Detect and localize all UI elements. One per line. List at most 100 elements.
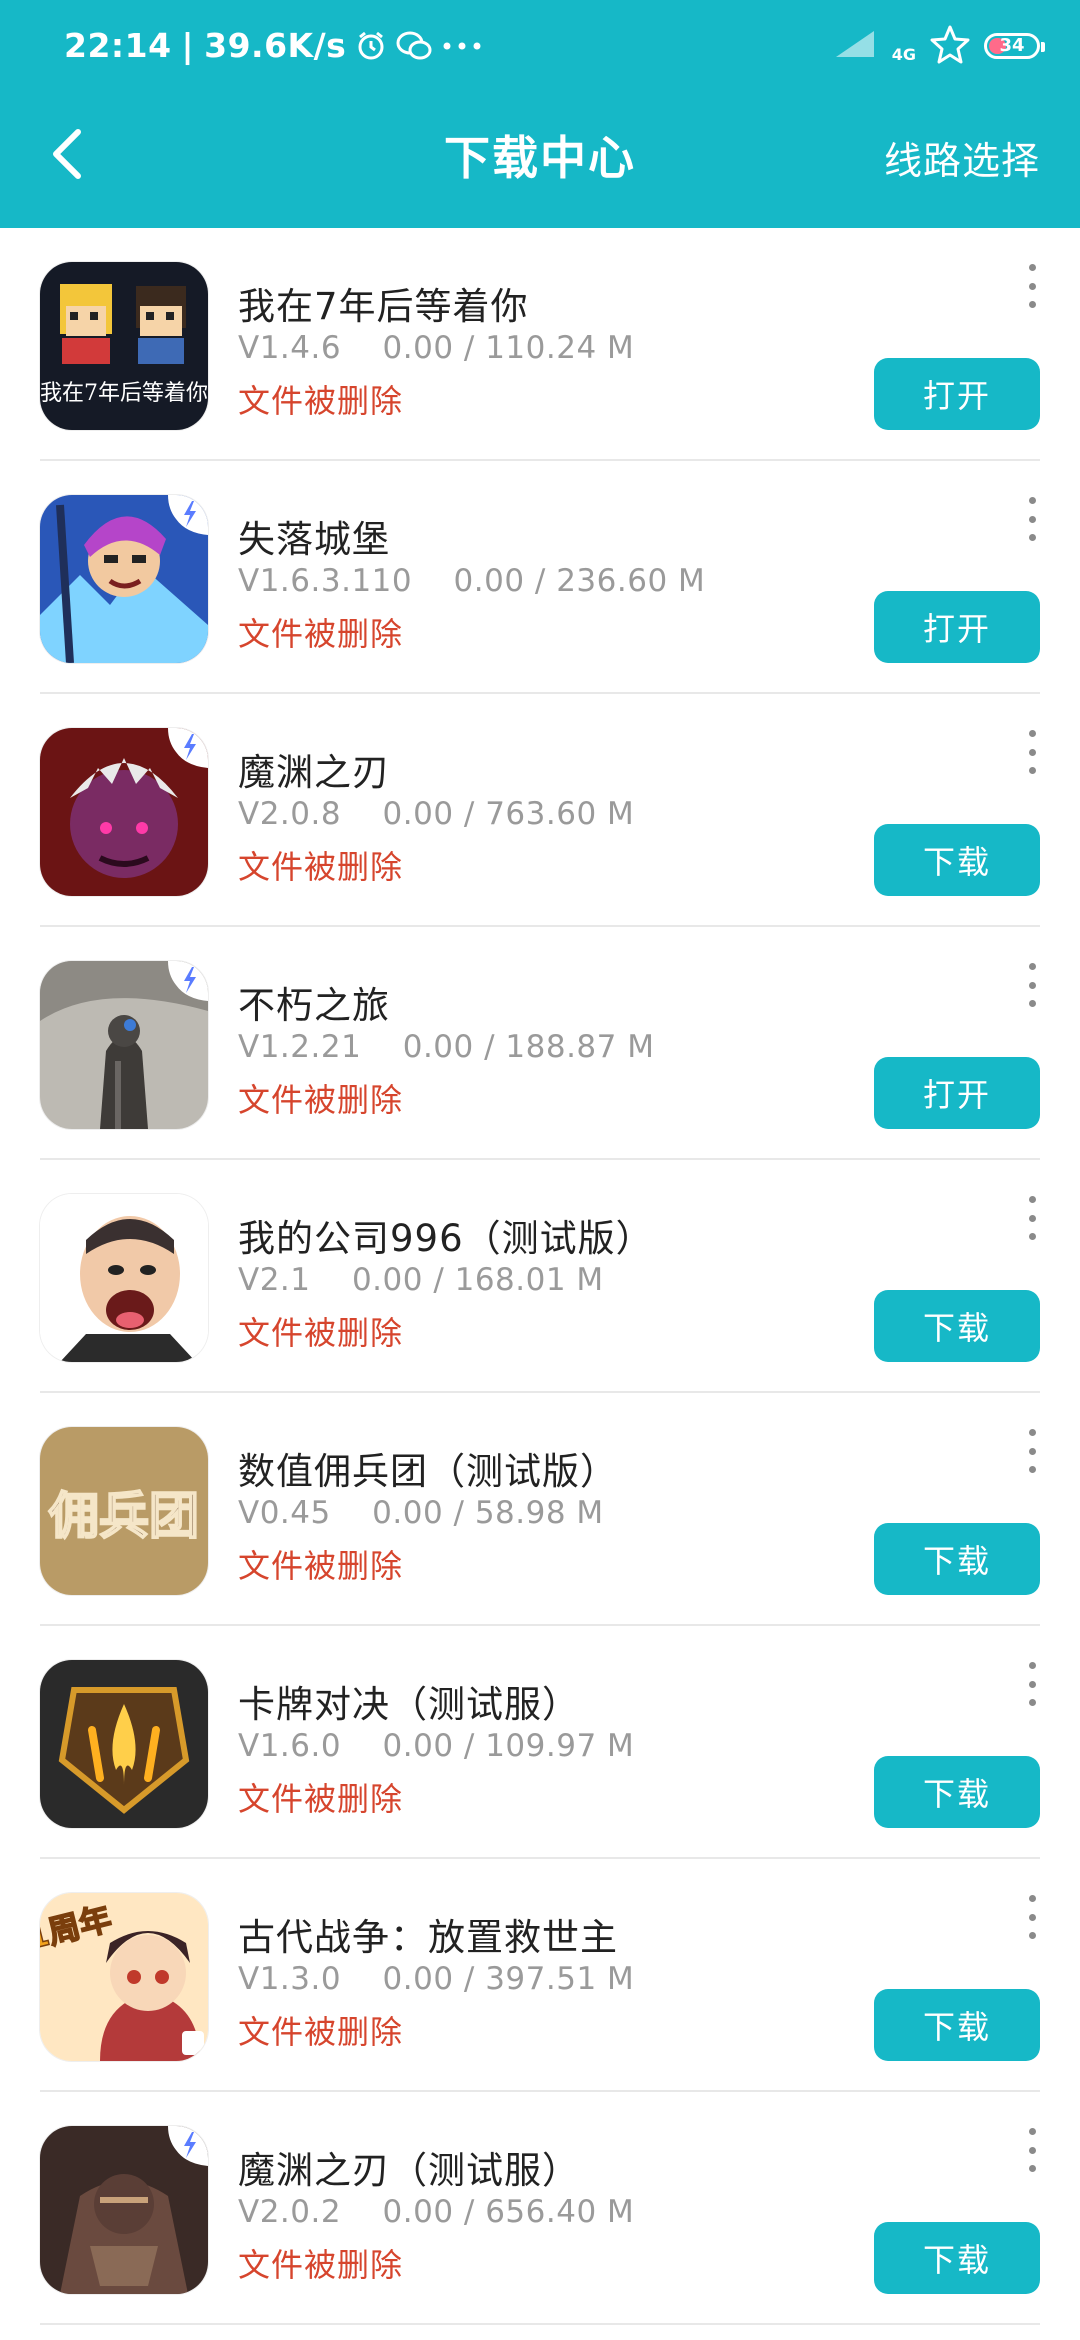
app-meta: V2.0.2 0.00 / 656.40 M bbox=[238, 2194, 634, 2230]
app-meta: V1.6.0 0.00 / 109.97 M bbox=[238, 1728, 634, 1764]
app-meta: V1.6.3.110 0.00 / 236.60 M bbox=[238, 563, 705, 599]
app-name: 我在7年后等着你 bbox=[238, 285, 529, 328]
app-meta: V2.0.8 0.00 / 763.60 M bbox=[238, 796, 634, 832]
svg-text:我在7年后等着你: 我在7年后等着你 bbox=[40, 381, 208, 406]
download-list-item[interactable]: 佣兵团 数值佣兵团（测试版） V0.45 0.00 / 58.98 M 文件被删… bbox=[0, 1393, 1080, 1626]
divider bbox=[40, 2323, 1040, 2325]
download-button[interactable]: 下载 bbox=[874, 824, 1040, 896]
file-deleted-status: 文件被删除 bbox=[238, 2013, 404, 2051]
app-meta: V1.4.6 0.00 / 110.24 M bbox=[238, 330, 634, 366]
lightning-badge-icon bbox=[168, 728, 208, 768]
app-meta: V1.2.21 0.00 / 188.87 M bbox=[238, 1029, 654, 1065]
app-version: V0.45 bbox=[238, 1495, 331, 1531]
app-name: 数值佣兵团（测试版） bbox=[238, 1450, 618, 1493]
app-meta: V2.1 0.00 / 168.01 M bbox=[238, 1262, 604, 1298]
app-icon-ancient-war[interactable]: 1周年 bbox=[40, 1893, 208, 2061]
download-progress: 0.00 / 397.51 M bbox=[382, 1961, 635, 1997]
lightning-badge-icon bbox=[168, 961, 208, 1001]
app-meta: V0.45 0.00 / 58.98 M bbox=[238, 1495, 604, 1531]
app-version: V2.0.2 bbox=[238, 2194, 342, 2230]
file-deleted-status: 文件被删除 bbox=[238, 615, 404, 653]
app-icon-pixel-couple[interactable]: 我在7年后等着你 bbox=[40, 262, 208, 430]
status-right: 4G 34 bbox=[834, 24, 1045, 68]
download-progress: 0.00 / 236.60 M bbox=[453, 563, 706, 599]
download-button[interactable]: 下载 bbox=[874, 1290, 1040, 1362]
svg-text:佣兵团: 佣兵团 bbox=[48, 1487, 199, 1545]
download-button[interactable]: 下载 bbox=[874, 1756, 1040, 1828]
download-list-item[interactable]: 魔渊之刃 V2.0.8 0.00 / 763.60 M 文件被删除 下载 bbox=[0, 694, 1080, 927]
file-deleted-status: 文件被删除 bbox=[238, 2246, 404, 2284]
more-options-icon[interactable] bbox=[1024, 497, 1040, 541]
battery-level: 34 bbox=[999, 35, 1025, 56]
download-list-item[interactable]: 卡牌对决（测试服） V1.6.0 0.00 / 109.97 M 文件被删除 下… bbox=[0, 1626, 1080, 1859]
app-name: 卡牌对决（测试服） bbox=[238, 1683, 580, 1726]
download-list: 我在7年后等着你 我在7年后等着你 V1.4.6 0.00 / 110.24 M… bbox=[0, 228, 1080, 2325]
app-icon-demon-blade-test[interactable] bbox=[40, 2126, 208, 2294]
network-type-icon: 4G bbox=[891, 44, 916, 64]
lightning-badge-icon bbox=[168, 2126, 208, 2166]
download-list-item[interactable]: 1周年 古代战争：放置救世主 V1.3.0 0.00 / 397.51 M 文件… bbox=[0, 1859, 1080, 2092]
signal-icon bbox=[834, 29, 878, 63]
status-left: 22:14 | 39.6K/s bbox=[64, 26, 482, 65]
file-deleted-status: 文件被删除 bbox=[238, 382, 404, 420]
download-list-item[interactable]: 失落城堡 V1.6.3.110 0.00 / 236.60 M 文件被删除 打开 bbox=[0, 461, 1080, 694]
status-separator: | bbox=[181, 26, 195, 65]
open-button[interactable]: 打开 bbox=[874, 358, 1040, 430]
more-options-icon[interactable] bbox=[1024, 1196, 1040, 1240]
app-name: 不朽之旅 bbox=[238, 984, 390, 1027]
file-deleted-status: 文件被删除 bbox=[238, 1780, 404, 1818]
download-button[interactable]: 下载 bbox=[874, 1523, 1040, 1595]
open-button[interactable]: 打开 bbox=[874, 591, 1040, 663]
app-icon-card-duel[interactable] bbox=[40, 1660, 208, 1828]
app-header: 22:14 | 39.6K/s 4G 34 下载中心 线路选择 bbox=[0, 0, 1080, 228]
open-button[interactable]: 打开 bbox=[874, 1057, 1040, 1129]
app-icon-company-996[interactable] bbox=[40, 1194, 208, 1362]
app-icon-immortal-journey[interactable] bbox=[40, 961, 208, 1129]
more-options-icon[interactable] bbox=[1024, 264, 1040, 308]
download-list-item[interactable]: 魔渊之刃（测试服） V2.0.2 0.00 / 656.40 M 文件被删除 下… bbox=[0, 2092, 1080, 2325]
download-progress: 0.00 / 763.60 M bbox=[382, 796, 635, 832]
download-button[interactable]: 下载 bbox=[874, 2222, 1040, 2294]
app-icon-demon-blade[interactable] bbox=[40, 728, 208, 896]
app-icon-mercenary[interactable]: 佣兵团 bbox=[40, 1427, 208, 1595]
star-icon bbox=[930, 24, 970, 68]
download-progress: 0.00 / 58.98 M bbox=[372, 1495, 604, 1531]
more-options-icon[interactable] bbox=[1024, 963, 1040, 1007]
download-progress: 0.00 / 188.87 M bbox=[402, 1029, 655, 1065]
download-list-item[interactable]: 我在7年后等着你 我在7年后等着你 V1.4.6 0.00 / 110.24 M… bbox=[0, 228, 1080, 461]
download-list-item[interactable]: 不朽之旅 V1.2.21 0.00 / 188.87 M 文件被删除 打开 bbox=[0, 927, 1080, 1160]
app-version: V1.4.6 bbox=[238, 330, 342, 366]
more-options-icon[interactable] bbox=[1024, 1895, 1040, 1939]
app-name: 魔渊之刃 bbox=[238, 751, 390, 794]
more-options-icon[interactable] bbox=[1024, 1662, 1040, 1706]
more-options-icon[interactable] bbox=[1024, 730, 1040, 774]
file-deleted-status: 文件被删除 bbox=[238, 1547, 404, 1585]
app-name: 我的公司996（测试版） bbox=[238, 1217, 654, 1260]
status-bar: 22:14 | 39.6K/s 4G 34 bbox=[0, 0, 1080, 96]
app-version: V1.6.0 bbox=[238, 1728, 342, 1764]
app-version: V2.1 bbox=[238, 1262, 311, 1298]
battery-icon: 34 bbox=[984, 33, 1045, 59]
line-select-button[interactable]: 线路选择 bbox=[884, 130, 1040, 185]
file-deleted-status: 文件被删除 bbox=[238, 1314, 404, 1352]
file-deleted-status: 文件被删除 bbox=[238, 848, 404, 886]
download-progress: 0.00 / 656.40 M bbox=[382, 2194, 635, 2230]
lightning-badge-icon bbox=[168, 495, 208, 535]
status-time: 22:14 bbox=[64, 26, 172, 65]
more-options-icon[interactable] bbox=[1024, 1429, 1040, 1473]
nav-bar: 下载中心 线路选择 bbox=[0, 96, 1080, 228]
download-button[interactable]: 下载 bbox=[874, 1989, 1040, 2061]
download-progress: 0.00 / 109.97 M bbox=[382, 1728, 635, 1764]
network-speed: 39.6K/s bbox=[204, 26, 347, 65]
app-icon-lost-castle[interactable] bbox=[40, 495, 208, 663]
alarm-clock-icon bbox=[356, 31, 386, 61]
download-progress: 0.00 / 110.24 M bbox=[382, 330, 635, 366]
app-version: V1.2.21 bbox=[238, 1029, 362, 1065]
more-options-icon[interactable] bbox=[1024, 2128, 1040, 2172]
download-list-item[interactable]: 我的公司996（测试版） V2.1 0.00 / 168.01 M 文件被删除 … bbox=[0, 1160, 1080, 1393]
app-name: 魔渊之刃（测试服） bbox=[238, 2149, 580, 2192]
app-meta: V1.3.0 0.00 / 397.51 M bbox=[238, 1961, 634, 1997]
app-version: V1.3.0 bbox=[238, 1961, 342, 1997]
wechat-icon bbox=[396, 31, 432, 61]
app-version: V1.6.3.110 bbox=[238, 563, 413, 599]
